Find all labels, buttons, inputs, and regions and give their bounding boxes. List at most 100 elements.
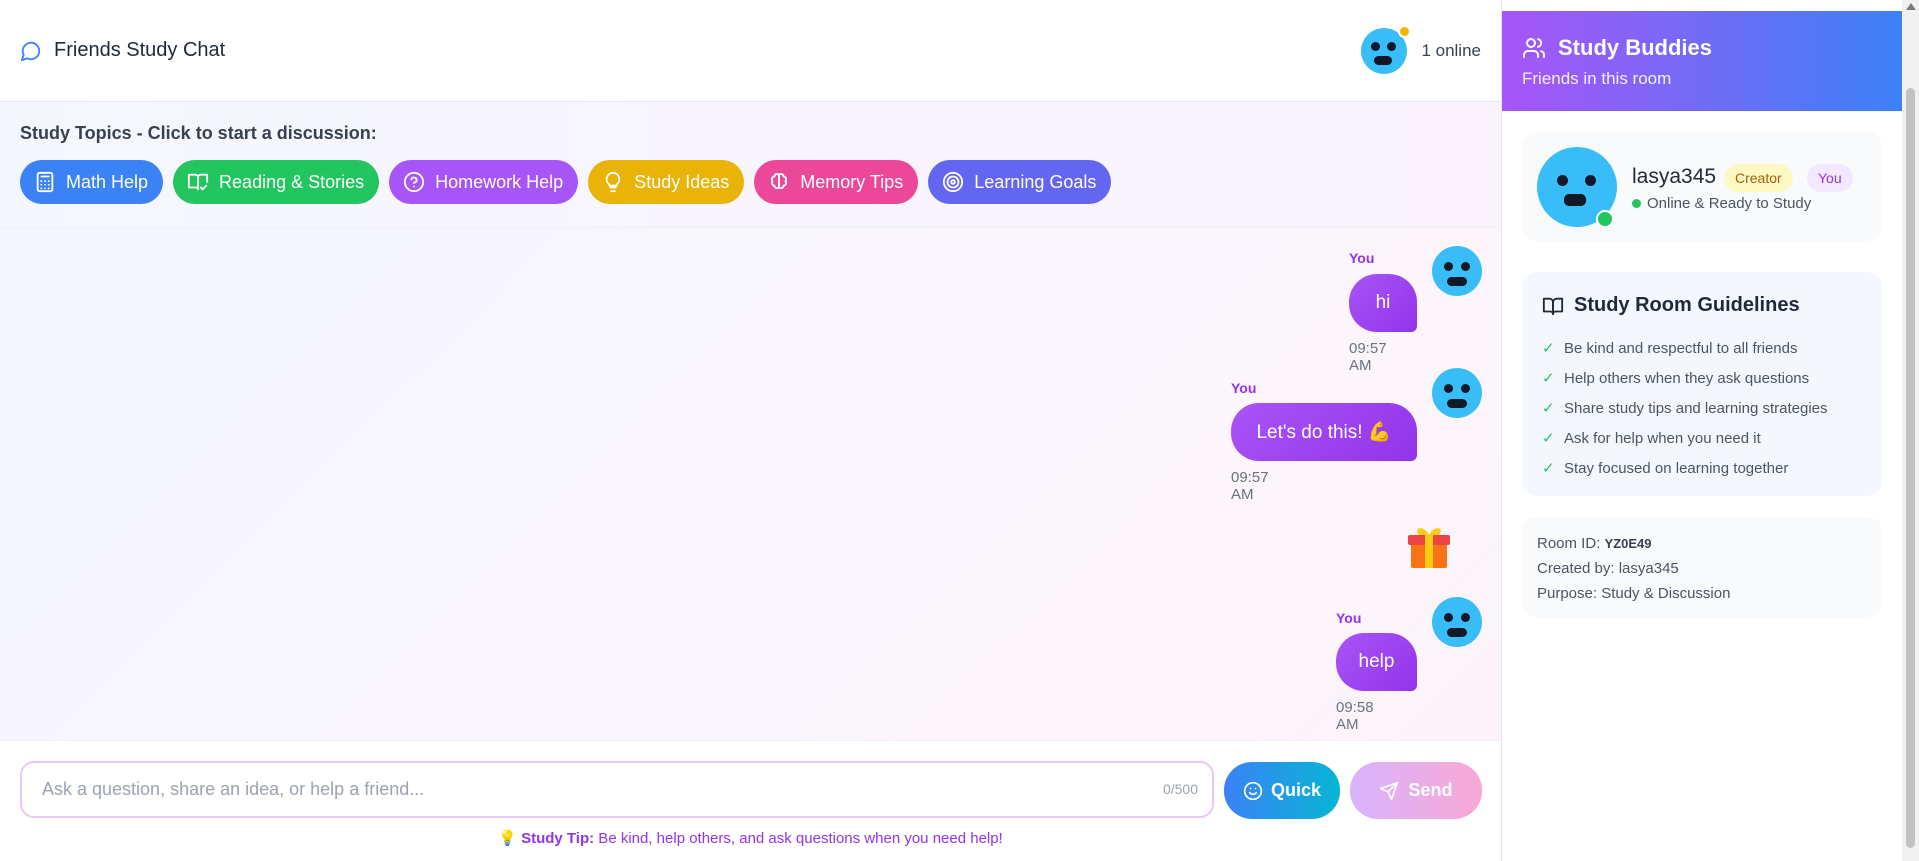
lightbulb-icon: 💡 <box>498 830 517 847</box>
guidelines-list: ✓ Be kind and respectful to all friends ✓… <box>1542 333 1862 483</box>
sidebar-header: Study Buddies Friends in this room <box>1502 11 1903 111</box>
study-topics: Study Topics - Click to start a discussi… <box>0 102 1501 228</box>
topic-label: Homework Help <box>435 171 564 192</box>
message-bubble: Let's do this! 💪 <box>1231 403 1417 461</box>
send-icon <box>1380 781 1399 800</box>
brain-icon <box>771 173 788 190</box>
check-icon: ✓ <box>1542 430 1555 447</box>
message-sender: You <box>1336 610 1362 626</box>
list-item: ✓ Ask for help when you need it <box>1542 423 1862 453</box>
topic-homework-help-button[interactable]: Homework Help <box>389 160 579 204</box>
message-input-wrapper: 0/500 <box>20 761 1214 818</box>
avatar <box>1432 597 1482 647</box>
gift-icon <box>1408 528 1450 568</box>
message-time: 09:57 AM <box>1349 340 1387 374</box>
avatar <box>1361 24 1412 74</box>
guidelines-title: Study Room Guidelines <box>1574 294 1800 316</box>
study-tip: 💡 Study Tip: Be kind, help others, and a… <box>0 829 1501 847</box>
list-item: ✓ Help others when they ask questions <box>1542 363 1862 393</box>
guideline-text: Be kind and respectful to all friends <box>1564 339 1798 357</box>
avatar <box>1432 368 1482 418</box>
member-name: lasya345 <box>1632 165 1717 188</box>
member-status: Online & Ready to Study <box>1632 195 1811 212</box>
scroll-up-arrow-icon[interactable] <box>1906 3 1916 10</box>
calculator-icon <box>36 171 54 193</box>
online-dot <box>1632 199 1641 208</box>
check-icon: ✓ <box>1542 460 1555 477</box>
you-badge: You <box>1807 164 1853 192</box>
member-card: lasya345 Creator You Online & Ready to S… <box>1522 132 1882 241</box>
tip-text: Be kind, help others, and ask questions … <box>594 830 1003 847</box>
creator-badge: Creator <box>1724 164 1793 192</box>
topic-label: Learning Goals <box>974 171 1097 192</box>
check-icon: ✓ <box>1542 340 1555 357</box>
sidebar-title: Study Buddies <box>1558 35 1713 60</box>
lightbulb-icon <box>605 171 621 193</box>
topic-button-row: Math Help Reading & Stories Homework Hel… <box>20 160 1481 204</box>
online-indicator: 1 online <box>1361 24 1481 74</box>
room-info-card: Room ID: YZ0E49 Created by: lasya345 Pur… <box>1522 517 1882 617</box>
online-count: 1 online <box>1421 40 1481 60</box>
quick-label: Quick <box>1270 780 1322 800</box>
topic-math-help-button[interactable]: Math Help <box>20 160 164 204</box>
study-buddies-sidebar: Study Buddies Friends in this room lasya… <box>1501 0 1903 861</box>
message-input[interactable] <box>22 763 1102 816</box>
send-label: Send <box>1408 780 1453 800</box>
scrollbar-thumb[interactable] <box>1906 88 1915 848</box>
topic-label: Reading & Stories <box>219 171 365 192</box>
avatar <box>1432 246 1482 296</box>
room-id-label: Room ID: <box>1537 535 1601 552</box>
message-sender: You <box>1349 250 1375 266</box>
room-id-value: YZ0E49 <box>1604 536 1652 551</box>
topic-label: Memory Tips <box>800 171 904 192</box>
message-text: Let's do this! 💪 <box>1256 422 1392 443</box>
topic-study-ideas-button[interactable]: Study Ideas <box>588 160 745 204</box>
message-circle-icon <box>20 39 44 63</box>
room-creator: Created by: lasya345 <box>1537 560 1679 577</box>
tip-label: Study Tip: <box>521 830 595 847</box>
message-text: hi <box>1375 292 1391 313</box>
question-circle-icon <box>404 171 425 193</box>
sidebar-top-strip <box>1502 0 1903 11</box>
book-check-icon <box>187 173 209 191</box>
room-purpose: Purpose: Study & Discussion <box>1537 585 1731 602</box>
member-status-text: Online & Ready to Study <box>1647 195 1812 212</box>
message-bubble: help <box>1336 633 1417 691</box>
message-text: help <box>1358 651 1395 672</box>
quick-replies-button[interactable]: Quick <box>1224 762 1340 819</box>
topics-heading: Study Topics - Click to start a discussi… <box>20 123 377 143</box>
guidelines-card: Study Room Guidelines ✓ Be kind and respe… <box>1522 272 1882 496</box>
open-book-icon <box>1542 297 1564 315</box>
send-button[interactable]: Send <box>1350 762 1482 819</box>
guideline-text: Ask for help when you need it <box>1564 429 1761 447</box>
page-title: Friends Study Chat <box>54 39 226 61</box>
sidebar-subtitle: Friends in this room <box>1522 69 1672 88</box>
topic-memory-tips-button[interactable]: Memory Tips <box>754 160 919 204</box>
users-icon <box>1523 38 1546 58</box>
online-status-dot <box>1596 210 1614 228</box>
check-icon: ✓ <box>1542 370 1555 387</box>
status-badge <box>1398 24 1412 38</box>
message-time: 09:57 AM <box>1231 469 1269 503</box>
chat-header: Friends Study Chat 1 online <box>0 0 1501 102</box>
topic-label: Study Ideas <box>634 171 730 192</box>
guideline-text: Help others when they ask questions <box>1564 369 1810 387</box>
check-icon: ✓ <box>1542 400 1555 417</box>
guideline-text: Stay focused on learning together <box>1564 459 1789 477</box>
topic-label: Math Help <box>66 171 149 192</box>
list-item: ✓ Be kind and respectful to all friends <box>1542 333 1862 363</box>
page-scrollbar[interactable] <box>1902 0 1919 861</box>
topic-reading-stories-button[interactable]: Reading & Stories <box>173 160 380 204</box>
character-counter: 0/500 <box>1162 781 1198 797</box>
smile-icon <box>1243 781 1263 800</box>
list-item: ✓ Stay focused on learning together <box>1542 453 1862 483</box>
chat-main: Friends Study Chat 1 online Study Topics… <box>0 0 1501 861</box>
message-composer: 0/500 Quick Send 💡 Study Tip: Be kind, h… <box>0 740 1501 861</box>
room-id: Room ID: YZ0E49 <box>1537 531 1867 556</box>
message-sender: You <box>1231 380 1257 396</box>
message-bubble: hi <box>1349 274 1417 332</box>
avatar <box>1537 147 1617 228</box>
target-icon <box>943 171 964 193</box>
message-list: You hi 09:57 AM You Let's do this! 💪 09:… <box>0 228 1501 740</box>
topic-learning-goals-button[interactable]: Learning Goals <box>928 160 1112 204</box>
